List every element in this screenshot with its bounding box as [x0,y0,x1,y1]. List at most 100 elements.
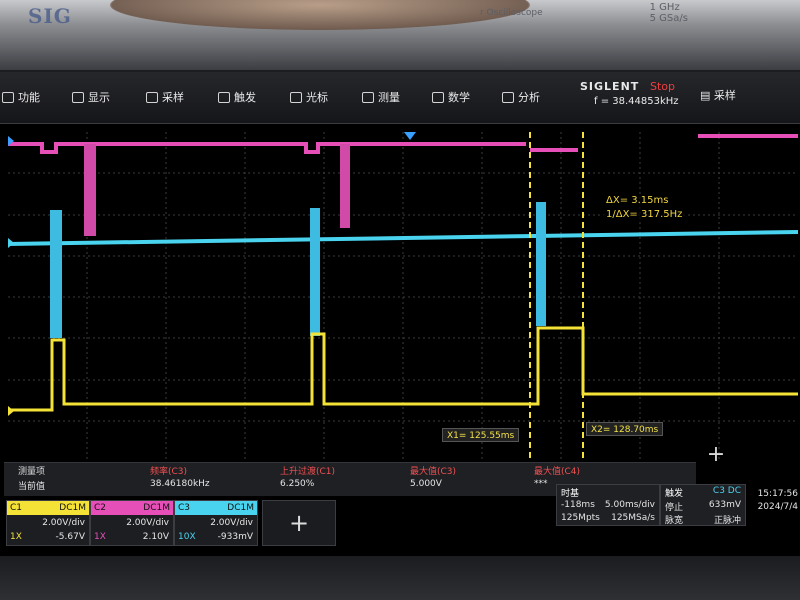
trigger-icon [218,91,230,103]
meas-header-max-c3[interactable]: 最大值(C3) [410,464,456,477]
doc-icon: ▤ [700,89,714,102]
run-status[interactable]: Stop [650,80,675,93]
menu-label: 采样 [162,91,184,104]
bezel-bottom [0,556,800,600]
math-icon [432,91,444,103]
c2-pulse-1 [84,144,96,236]
channel-scale: 2.00V/div [210,518,253,528]
trigger-slope: 正脉冲 [713,516,741,526]
sample-button[interactable]: ▤ 采样 [700,87,736,103]
meas-row-header: 测量项 [18,467,46,477]
menu-label: 触发 [234,91,256,104]
menu-label: 光标 [306,91,328,104]
bezel-model: r Oscilloscope [480,8,543,18]
trigger-level: 633mV [708,500,741,510]
meas-value-freq: 38.46180kHz [150,479,210,489]
trigger-title: 触发 [665,489,684,499]
monitor-icon [72,91,84,103]
menu-label: 显示 [88,91,110,104]
channel-coupling: DC1M [227,503,254,513]
channel-probe: 1X [94,532,106,542]
ruler-icon [362,91,374,103]
channel-offset: -5.67V [55,532,85,542]
siglent-logo: SIGLENT [580,80,640,93]
menu-label: 测量 [378,91,400,104]
clock-date: 2024/7/4 [757,502,798,512]
timebase-title: 时基 [561,489,580,499]
bezel-brand: SIG [28,4,72,28]
meas-value-rise: 6.250% [280,479,315,489]
meas-row-current: 当前值 [18,482,46,492]
add-channel-button[interactable]: + [262,500,336,546]
meas-header-freq[interactable]: 频率(C3) [150,464,187,477]
channel-c2-header: C2 DC1M [91,501,173,515]
sample-label: 采样 [713,89,736,102]
c2-pulse-2 [340,144,350,228]
cursor-x2-label: X2= 128.70ms [586,422,664,436]
channel-offset: -933mV [217,532,253,542]
waveform-icon [146,91,158,103]
channel-name: C2 [94,503,107,513]
cursor-delta-readout: ΔX= 3.15ms 1/ΔX= 317.5Hz [602,194,687,222]
channel-probe: 1X [10,532,22,542]
add-measure-button[interactable]: + [696,440,736,470]
bezel-spec-bandwidth: 1 GHz [649,2,680,13]
meas-value-max-c4: *** [534,479,548,489]
menu-label: 功能 [18,91,40,104]
bezel-spec: 1 GHz 5 GSa/s [650,2,688,24]
c3-burst-3 [536,202,546,326]
delta-x-value: ΔX= 3.15ms [606,195,669,206]
channel-scale: 2.00V/div [42,518,85,528]
cursor-x1-label: X1= 125.55ms [442,428,520,442]
menu-item-acquire[interactable]: 采样 [146,89,184,105]
channel-offset: 2.10V [142,532,169,542]
channel-name: C3 [178,503,191,513]
frequency-readout: f = 38.44853kHz [594,96,679,107]
hand-shadow [110,0,530,30]
trigger-box[interactable]: 触发 C3 DC 停止 633mV 脉宽 正脉冲 [660,484,746,526]
channel-c3-header: C3 DC1M [175,501,257,515]
timebase-box[interactable]: 时基 -118ms 5.00ms/div 125Mpts 125MSa/s [556,484,660,526]
meas-header-rise[interactable]: 上升过渡(C1) [280,464,335,477]
clock: 15:17:56 2024/7/4 [748,488,798,514]
menu-item-math[interactable]: 数学 [432,89,470,105]
timebase-delay: -118ms [561,500,595,510]
inv-delta-x-value: 1/ΔX= 317.5Hz [606,209,683,220]
menu-item-function[interactable]: 功能 [2,89,40,105]
menu-item-cursor[interactable]: 光标 [290,89,328,105]
channel-c1-box[interactable]: C1 DC1M 2.00V/div 1X -5.67V [6,500,90,546]
channel-probe: 10X [178,532,196,542]
menu-label: 分析 [518,91,540,104]
menu-item-analysis[interactable]: 分析 [502,89,540,105]
channel-name: C1 [10,503,23,513]
timebase-scale: 5.00ms/div [604,500,655,510]
menu-label: 数学 [448,91,470,104]
timebase-rate: 125MSa/s [611,513,655,523]
crosshair-icon [290,91,302,103]
chart-icon [502,91,514,103]
waveform-grid[interactable] [8,132,798,462]
trigger-type: 脉宽 [665,516,684,526]
waveform-svg [8,132,798,462]
channel-coupling: DC1M [59,503,86,513]
oscilloscope-frame: SIG r Oscilloscope 1 GHz 5 GSa/s 功能 显示 采… [0,0,800,600]
bezel-spec-samplerate: 5 GSa/s [649,13,688,24]
trigger-state: 停止 [665,503,684,513]
channel-c1-header: C1 DC1M [7,501,89,515]
menu-item-measure[interactable]: 测量 [362,89,400,105]
channel-c3-box[interactable]: C3 DC1M 2.00V/div 10X -933mV [174,500,258,546]
meas-value-max-c3: 5.000V [410,479,442,489]
bezel-top: SIG r Oscilloscope 1 GHz 5 GSa/s [0,0,800,70]
menu-item-trigger[interactable]: 触发 [218,89,256,105]
channel-scale: 2.00V/div [126,518,169,528]
channel-coupling: DC1M [143,503,170,513]
menu-item-display[interactable]: 显示 [72,89,110,105]
menu-bar: 功能 显示 采样 触发 光标 测量 数学 分析 SIGLENT Stop f =… [0,72,800,124]
scope-screen: 功能 显示 采样 触发 光标 测量 数学 分析 SIGLENT Stop f =… [0,72,800,556]
meas-header-max-c4[interactable]: 最大值(C4) [534,464,580,477]
c3-burst-2 [310,208,320,336]
channel-c2-box[interactable]: C2 DC1M 2.00V/div 1X 2.10V [90,500,174,546]
gear-icon [2,91,14,103]
timebase-memory: 125Mpts [561,513,600,523]
clock-time: 15:17:56 [757,489,798,499]
